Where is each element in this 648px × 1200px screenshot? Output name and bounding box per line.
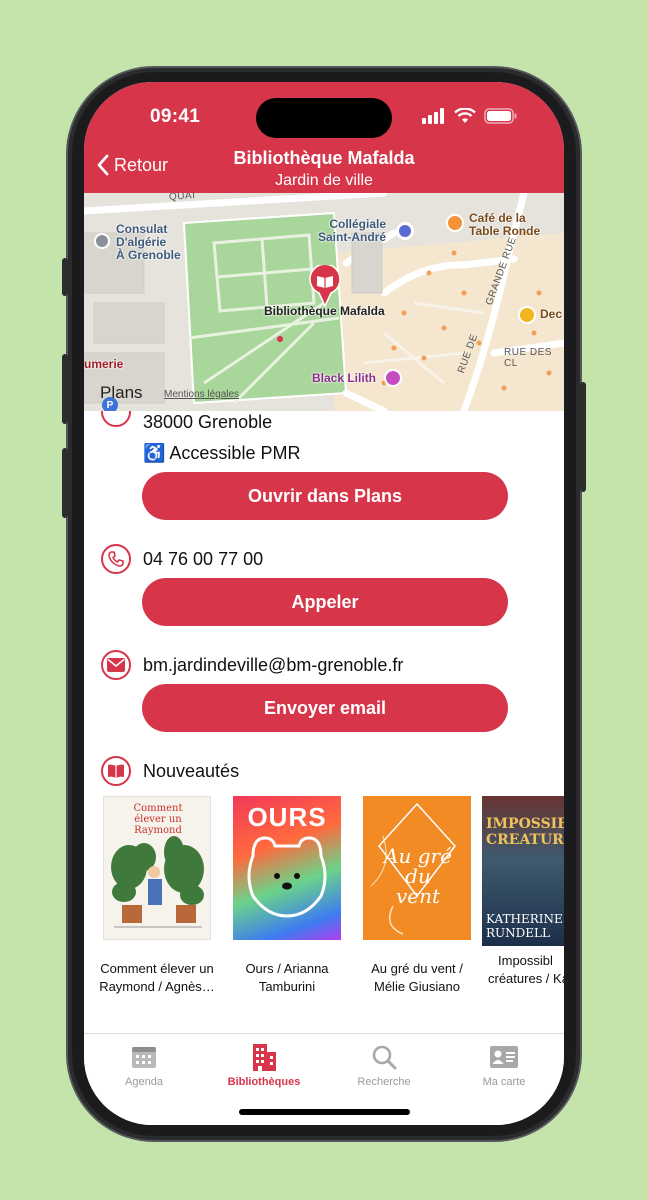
address-city: 38000 Grenoble — [143, 412, 273, 432]
call-button[interactable]: Appeler — [142, 578, 508, 626]
page-title: Bibliothèque Mafalda — [233, 148, 415, 168]
tab-ma-carte[interactable]: Ma carte — [444, 1042, 564, 1088]
nav-header: 09:41 Retour Bibliothèque Mafalda Jardin… — [84, 82, 564, 193]
book-title-line-1: Ours / Arianna — [245, 961, 329, 976]
restaurant-marker-icon[interactable] — [446, 214, 464, 232]
battery-icon — [484, 108, 517, 124]
status-time: 09:41 — [150, 106, 201, 127]
book-card[interactable]: IMPOSSIBLE CREATURES KATHERINE RUNDELL I… — [482, 796, 564, 988]
map-label-collegiale: Collégiale Saint-André — [318, 217, 387, 244]
map-label-black-lilith: Black Lilith — [312, 371, 377, 385]
map-label-parfumerie: umerie — [84, 357, 124, 371]
library-details: 38000 Grenoble ♿ Accessible PMR Ouvrir d… — [84, 411, 564, 1033]
volume-up-button — [62, 354, 68, 424]
page-subtitle: Jardin de ville — [275, 172, 373, 189]
book-title-line-1: Comment élever un — [100, 961, 214, 976]
book-cover: OURS — [233, 796, 341, 940]
wifi-icon — [454, 108, 476, 123]
phone-number[interactable]: 04 76 00 77 00 — [143, 549, 263, 570]
shop-marker-icon[interactable] — [518, 306, 536, 324]
map-label-rue-des: RUE DES CL — [504, 347, 552, 369]
parking-icon: P — [102, 397, 118, 411]
cover-title: IMPOSSIBLE CREATURES — [486, 816, 564, 848]
tab-ma-carte-label: Ma carte — [482, 1076, 526, 1088]
book-title-line-2: créatures / Ka — [488, 971, 564, 986]
dynamic-island — [256, 98, 392, 138]
home-indicator[interactable] — [239, 1109, 410, 1115]
legal-link[interactable]: Mentions légales — [164, 389, 239, 400]
book-card[interactable]: OURS Ours / Arianna Tamburini — [222, 796, 352, 996]
location-icon — [101, 411, 131, 427]
power-button — [580, 382, 586, 492]
email-icon — [101, 650, 131, 680]
tab-bibliotheques-label: Bibliothèques — [227, 1076, 301, 1088]
tab-recherche-label: Recherche — [357, 1076, 411, 1088]
book-cover: Comment élever un Raymond — [103, 796, 211, 940]
book-title-line-1: Impossibl — [498, 953, 553, 968]
book-card[interactable]: Au gré du vent Au gré du vent / Mélie Gi… — [352, 796, 482, 996]
book-icon — [101, 756, 131, 786]
send-email-button[interactable]: Envoyer email — [142, 684, 508, 732]
open-maps-button[interactable]: Ouvrir dans Plans — [142, 472, 508, 520]
church-marker-icon[interactable] — [396, 222, 414, 240]
mute-switch — [62, 258, 68, 296]
book-cover: Au gré du vent — [363, 796, 471, 940]
bear-illustration — [247, 836, 327, 918]
phone-icon — [101, 544, 131, 574]
tab-agenda[interactable]: Agenda — [84, 1042, 204, 1088]
library-pin-icon[interactable] — [308, 265, 342, 307]
signal-icon — [422, 108, 444, 124]
news-title: Nouveautés — [143, 761, 240, 781]
search-icon — [372, 1045, 397, 1070]
tab-bibliotheques[interactable]: Bibliothèques — [204, 1042, 324, 1088]
cover-title: Au gré du vent — [384, 844, 452, 908]
app-screen: 09:41 Retour Bibliothèque Mafalda Jardin… — [84, 82, 564, 1125]
plant-illustration — [111, 836, 204, 928]
map-label-cafe: Café de la Table Ronde — [469, 211, 541, 238]
calendar-icon — [132, 1047, 156, 1068]
tab-agenda-label: Agenda — [125, 1076, 163, 1088]
tab-recherche[interactable]: Recherche — [324, 1042, 444, 1088]
map-label-bibliotheque: Bibliothèque Mafalda — [264, 304, 385, 318]
map-view[interactable]: Consulat D'algérie À Grenoble Collégiale… — [84, 193, 564, 411]
news-carousel[interactable]: Comment élever un Raymond Comment élever… — [92, 796, 564, 1006]
book-cover: IMPOSSIBLE CREATURES KATHERINE RUNDELL — [482, 796, 564, 946]
accessibility-text: ♿ Accessible PMR — [143, 443, 301, 463]
cover-author: KATHERINE RUNDELL — [486, 912, 563, 940]
map-label-consulat: Consulat D'algérie À Grenoble — [116, 222, 181, 262]
black-lilith-marker-icon[interactable] — [384, 369, 402, 387]
book-title-line-2: Mélie Giusiano — [374, 979, 460, 994]
status-icons — [422, 108, 518, 124]
book-title-line-2: Raymond / Agnès… — [99, 979, 215, 994]
building-icon — [253, 1044, 276, 1071]
book-title-line-2: Tamburini — [258, 979, 316, 994]
email-address[interactable]: bm.jardindeville@bm-grenoble.fr — [143, 655, 403, 676]
map-label-deco: Dec — [540, 307, 563, 321]
book-card[interactable]: Comment élever un Raymond Comment élever… — [92, 796, 222, 996]
book-title-line-1: Au gré du vent / — [371, 961, 463, 976]
consulate-marker-icon[interactable] — [94, 233, 110, 249]
id-card-icon — [490, 1046, 518, 1068]
volume-down-button — [62, 448, 68, 518]
